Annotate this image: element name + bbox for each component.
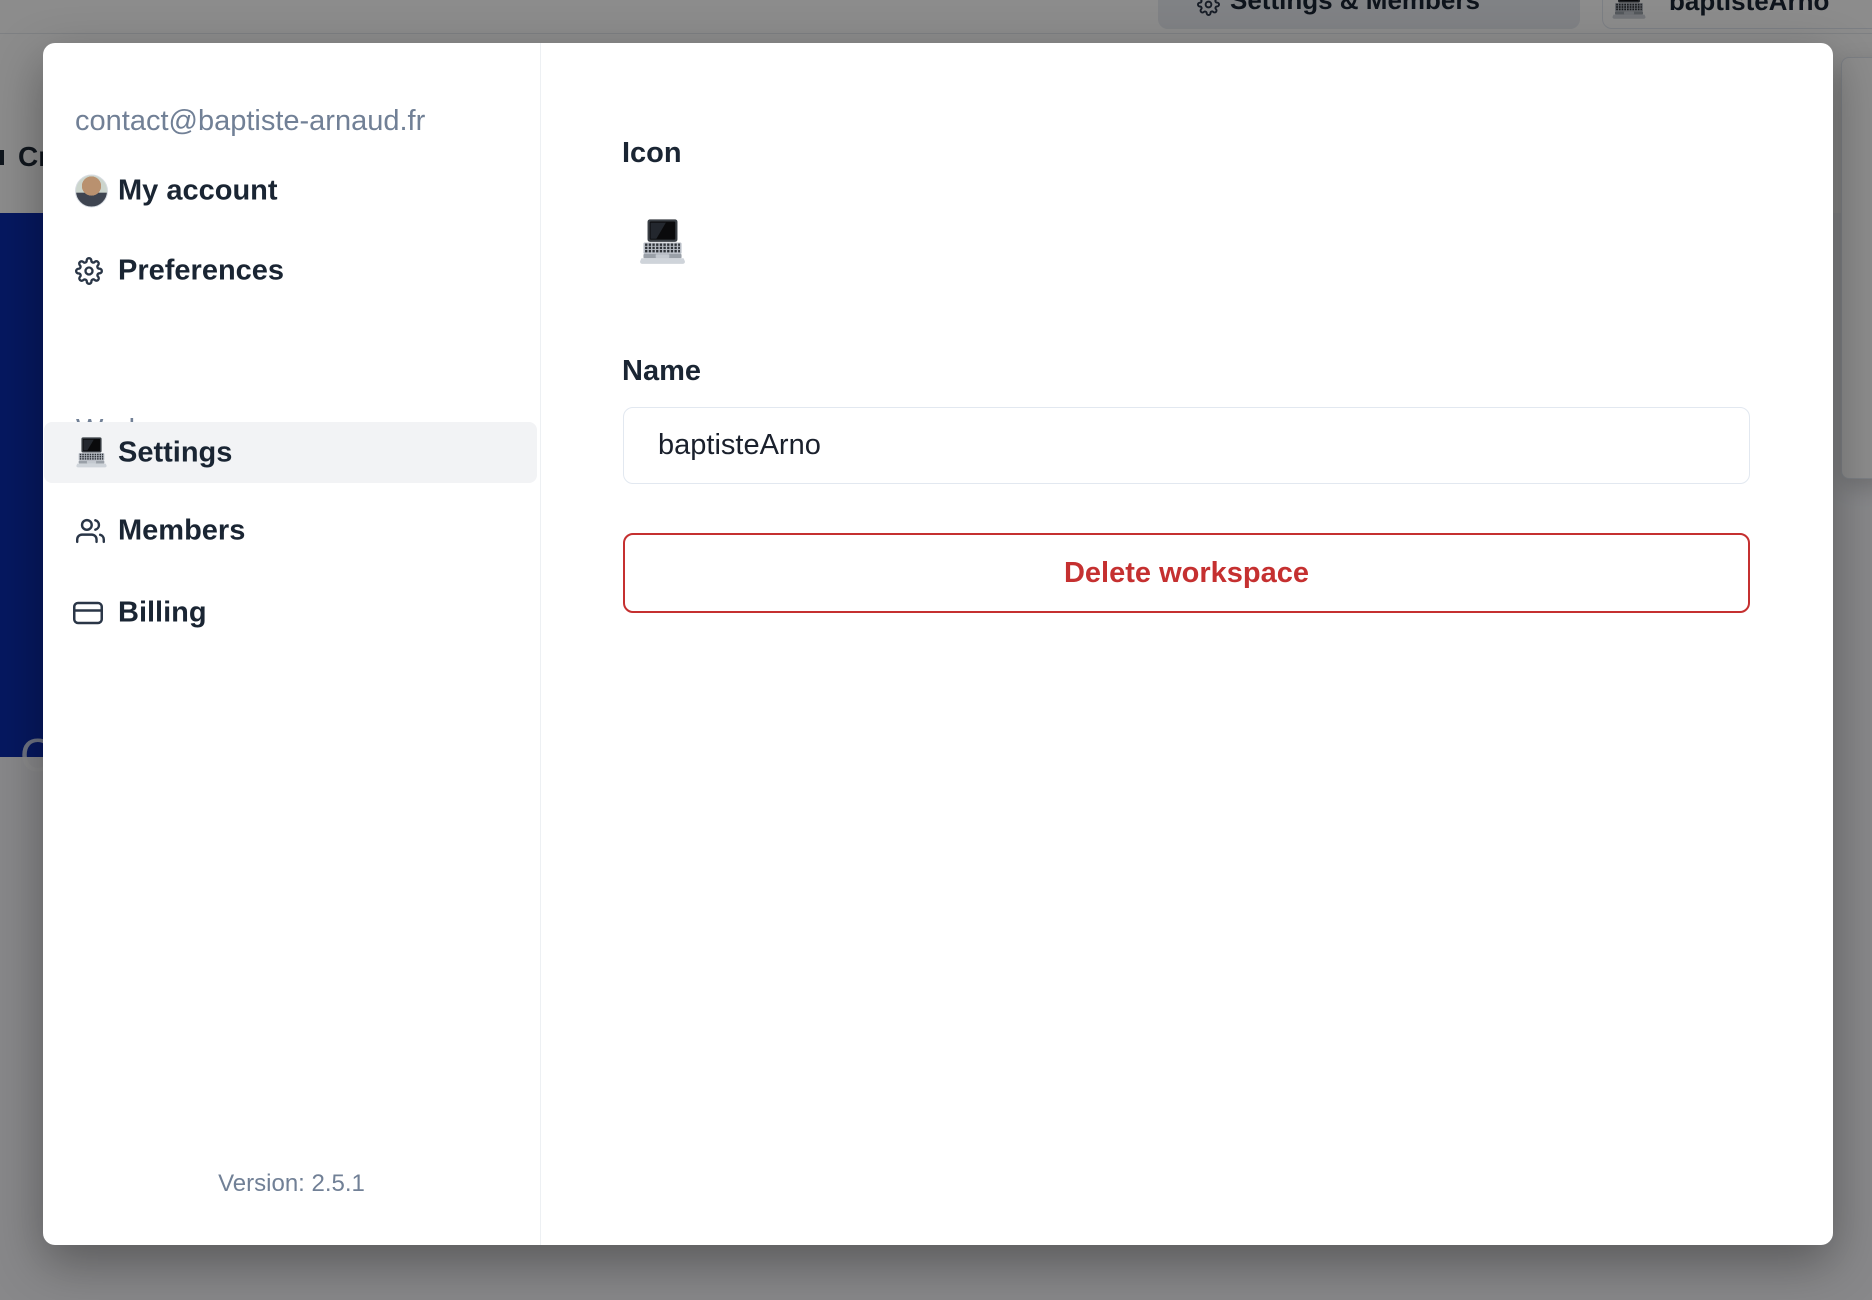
sidebar-item-label: Settings bbox=[118, 436, 233, 468]
credit-card-icon bbox=[73, 598, 103, 628]
laptop-icon bbox=[638, 218, 687, 267]
sidebar-item-billing[interactable]: Billing bbox=[43, 582, 540, 643]
icon-section-label: Icon bbox=[622, 137, 682, 169]
sidebar-item-label: Billing bbox=[118, 596, 207, 628]
settings-main-panel: Icon Name Delete workspace bbox=[541, 43, 1833, 1245]
sidebar-item-preferences[interactable]: Preferences bbox=[43, 240, 540, 301]
users-icon bbox=[76, 516, 105, 545]
sidebar-item-label: My account bbox=[118, 174, 278, 206]
delete-workspace-button[interactable]: Delete workspace bbox=[623, 533, 1750, 613]
sidebar-item-members[interactable]: Members bbox=[43, 500, 540, 561]
user-avatar bbox=[75, 174, 108, 207]
settings-sidebar: contact@baptiste-arnaud.fr My account Pr… bbox=[43, 43, 540, 1245]
sidebar-item-label: Preferences bbox=[118, 254, 285, 286]
workspace-settings-modal: contact@baptiste-arnaud.fr My account Pr… bbox=[43, 43, 1833, 1245]
laptop-icon bbox=[75, 436, 108, 469]
gear-icon bbox=[75, 257, 103, 285]
workspace-name-input[interactable] bbox=[623, 407, 1750, 484]
delete-workspace-button-label: Delete workspace bbox=[1063, 556, 1309, 589]
user-email: contact@baptiste-arnaud.fr bbox=[75, 105, 426, 137]
sidebar-item-settings[interactable]: Settings bbox=[44, 422, 537, 483]
sidebar-item-label: Members bbox=[118, 514, 246, 546]
sidebar-item-my-account[interactable]: My account bbox=[43, 160, 540, 221]
name-section-label: Name bbox=[622, 355, 701, 387]
version-label: Version: 2.5.1 bbox=[218, 1170, 365, 1197]
workspace-icon-button[interactable] bbox=[638, 218, 687, 267]
